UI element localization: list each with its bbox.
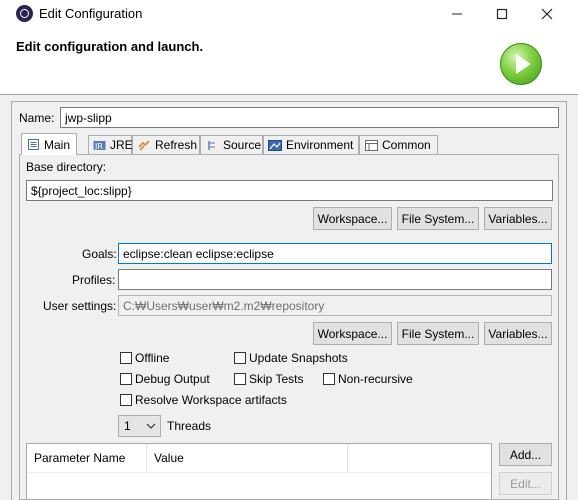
settings-variables-button[interactable]: Variables... [484,322,552,345]
tab-refresh[interactable]: Refresh [132,135,200,154]
tab-common[interactable]: Common [359,135,438,154]
threads-value: 1 [124,419,131,433]
name-input[interactable] [60,107,559,128]
tab-main-label: Main [44,137,71,152]
banner-separator [0,94,578,95]
source-icon [205,139,219,152]
run-icon [500,43,542,85]
goals-input[interactable] [118,243,552,264]
minimize-icon [452,13,462,15]
resolve-workspace-label: Resolve Workspace artifacts [135,393,287,407]
column-header-value[interactable]: Value [147,444,348,472]
tab-source[interactable]: Source [200,135,263,154]
maximize-button[interactable] [479,0,525,28]
settings-file-system-button[interactable]: File System... [397,322,479,345]
header-divider [27,472,491,473]
tab-jre-label: JRE [110,138,133,152]
svg-text:JR: JR [94,142,103,151]
tab-jre[interactable]: JR JRE [88,135,133,154]
profiles-input[interactable] [118,269,552,290]
offline-checkbox[interactable] [120,352,132,364]
maximize-icon [496,8,508,20]
resolve-workspace-checkbox[interactable] [120,394,132,406]
tab-environment-label: Environment [286,138,354,152]
window-title: Edit Configuration [39,6,143,21]
profiles-label: Profiles: [72,273,116,287]
base-variables-button[interactable]: Variables... [484,207,552,230]
eclipse-icon [16,5,33,22]
settings-workspace-button[interactable]: Workspace... [313,322,392,345]
base-file-system-button[interactable]: File System... [397,207,479,230]
chevron-down-icon [146,423,156,429]
add-parameter-button[interactable]: Add... [499,443,552,466]
close-button[interactable] [524,0,570,28]
user-settings-label: User settings: [43,299,117,313]
goals-label: Goals: [82,247,117,261]
close-icon [541,8,553,20]
common-icon [364,139,378,152]
update-snapshots-label: Update Snapshots [249,351,348,365]
minimize-button[interactable] [434,0,480,28]
main-tab-icon [26,138,40,151]
skip-tests-label: Skip Tests [249,372,304,386]
tab-environment[interactable]: Environment [263,135,359,154]
tab-source-label: Source [223,138,262,152]
refresh-icon [137,139,151,152]
debug-output-checkbox[interactable] [120,373,132,385]
dialog-banner [0,28,578,94]
parameters-table[interactable]: Parameter Name Value [26,443,492,500]
base-workspace-button[interactable]: Workspace... [313,207,392,230]
non-recursive-checkbox[interactable] [323,373,335,385]
tab-refresh-label: Refresh [155,138,198,152]
user-settings-input[interactable] [118,295,552,316]
name-label: Name: [19,111,55,125]
jre-icon: JR [93,139,106,152]
threads-select[interactable]: 1 [118,415,161,437]
tab-main[interactable]: Main [21,133,77,155]
skip-tests-checkbox[interactable] [234,373,246,385]
non-recursive-label: Non-recursive [338,372,413,386]
edit-parameter-button[interactable]: Edit... [499,472,552,495]
debug-output-label: Debug Output [135,372,210,386]
environment-icon [268,139,282,152]
offline-label: Offline [135,351,170,365]
banner-title: Edit configuration and launch. [16,39,204,54]
column-header-parameter-name[interactable]: Parameter Name [27,444,147,472]
update-snapshots-checkbox[interactable] [234,352,246,364]
base-directory-input[interactable] [26,180,553,201]
tab-common-label: Common [382,138,431,152]
threads-label: Threads [167,419,212,433]
base-directory-label: Base directory: [26,160,107,174]
